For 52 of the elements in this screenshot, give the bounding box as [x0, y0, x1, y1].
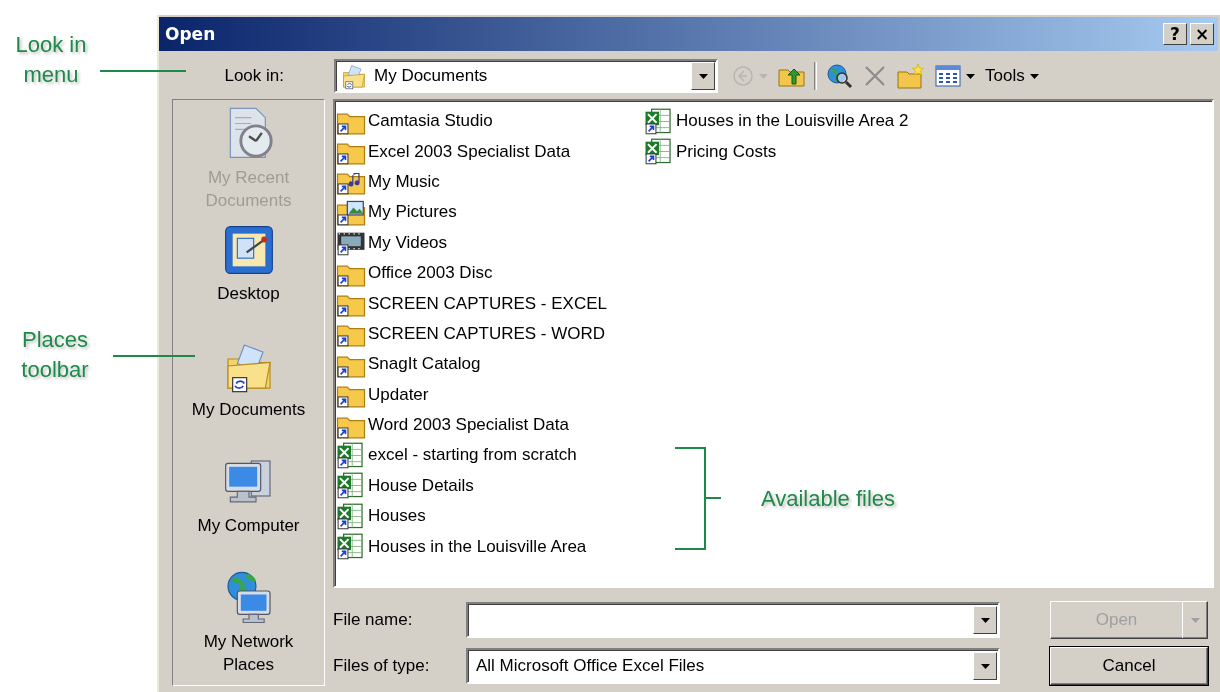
spreadsheet-icon — [336, 472, 366, 500]
file-item[interactable]: Excel 2003 Specialist Data — [336, 136, 571, 167]
file-item[interactable]: My Music — [336, 166, 440, 198]
file-item[interactable]: SCREEN CAPTURES - EXCEL — [336, 288, 607, 319]
annotation-label: Available files — [759, 485, 897, 513]
close-button[interactable]: × — [1190, 23, 1214, 45]
file-item[interactable]: Houses — [336, 501, 426, 532]
caret-icon — [980, 617, 990, 623]
file-name-label: File name: — [333, 610, 414, 630]
file-item[interactable]: House Details — [336, 470, 474, 502]
caret-icon — [980, 663, 990, 669]
caret-icon — [698, 73, 708, 79]
caret-icon — [759, 73, 768, 79]
help-button[interactable]: ? — [1163, 23, 1187, 45]
file-item[interactable]: Houses in the Louisville Area — [336, 531, 587, 562]
file-type-dropdown[interactable]: All Microsoft Office Excel Files — [466, 648, 1000, 684]
place-item[interactable]: Desktop — [178, 220, 319, 336]
new-folder-button[interactable] — [895, 61, 927, 91]
file-name-field[interactable] — [466, 602, 1000, 638]
file-item[interactable]: excel - starting from scratch — [336, 440, 577, 471]
tools-menu-button[interactable]: Tools — [983, 64, 1041, 88]
look-in-label: Look in: — [223, 66, 284, 86]
place-item[interactable]: My Network Places — [178, 568, 319, 684]
file-item[interactable]: SCREEN CAPTURES - WORD — [336, 318, 606, 350]
window-title: Open — [165, 24, 217, 44]
file-item[interactable]: Camtasia Studio — [336, 106, 493, 137]
look-in-dropdown[interactable]: My Documents — [334, 59, 718, 93]
file-item[interactable]: Houses in the Louisville Area 2 — [644, 106, 909, 137]
annotation-label: Places toolbar — [20, 326, 90, 384]
file-item[interactable]: My Videos — [336, 227, 448, 258]
file-item[interactable]: Updater — [336, 379, 429, 410]
spreadsheet-icon — [644, 107, 674, 135]
file-item[interactable]: SnagIt Catalog — [336, 349, 481, 380]
file-item[interactable]: Office 2003 Disc — [336, 257, 493, 289]
spreadsheet-icon — [336, 533, 366, 561]
folder-documents-icon — [340, 62, 368, 90]
spreadsheet-icon — [644, 138, 674, 166]
caret-icon — [1029, 73, 1039, 79]
views-button[interactable] — [933, 63, 977, 89]
place-item[interactable]: My Documents — [178, 336, 319, 452]
annotation-label: Look in menu — [14, 31, 88, 89]
caret-icon — [966, 73, 975, 79]
caret-icon — [1190, 617, 1200, 623]
spreadsheet-icon — [336, 442, 366, 469]
file-type-label: Files of type: — [333, 656, 431, 676]
place-item[interactable]: My Computer — [178, 452, 319, 568]
pictures-folder-icon — [336, 198, 366, 226]
spreadsheet-icon — [336, 502, 366, 530]
file-item[interactable]: Pricing Costs — [644, 136, 777, 167]
file-item[interactable]: Word 2003 Specialist Data — [336, 409, 569, 441]
file-item[interactable]: My Pictures — [336, 197, 457, 228]
cancel-button[interactable]: Cancel — [1050, 647, 1208, 685]
